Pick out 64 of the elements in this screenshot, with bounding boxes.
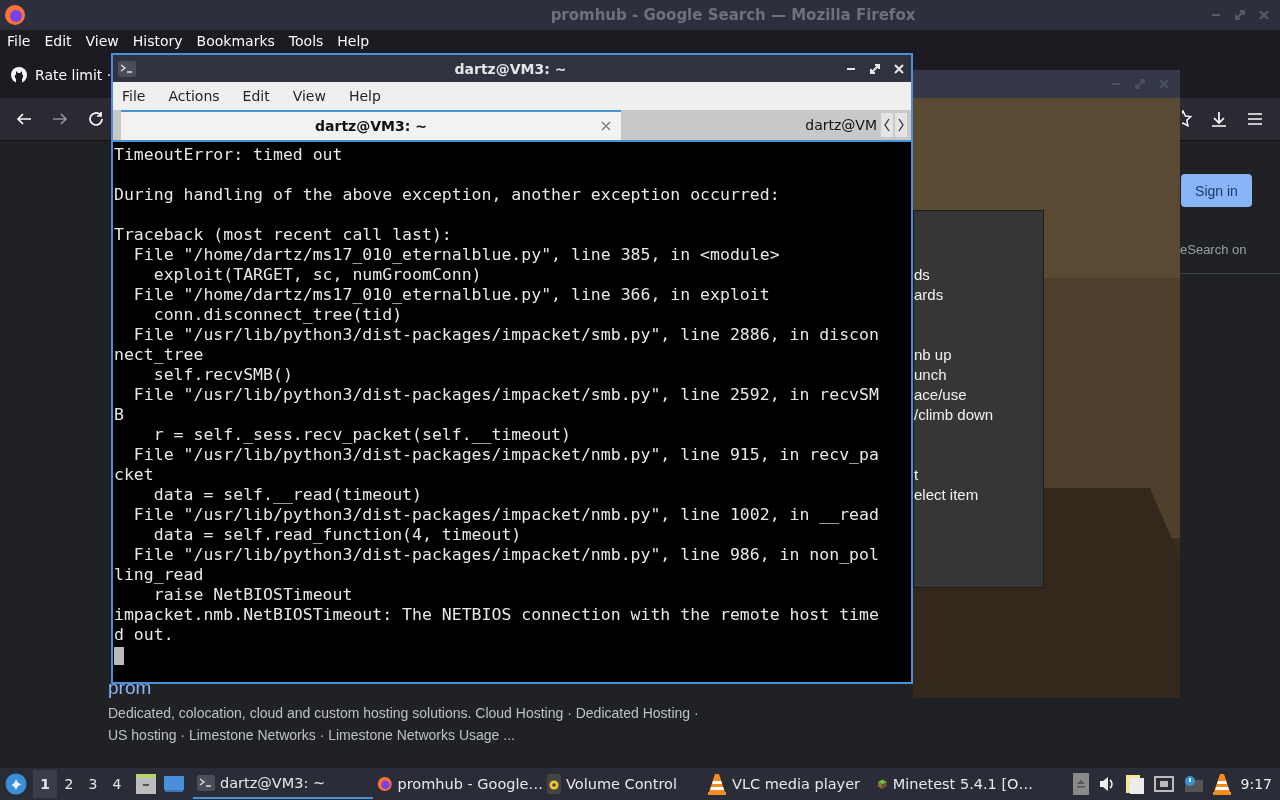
window-title: dartz@VM3: ~ — [453, 60, 568, 77]
menu-item[interactable]: View — [292, 88, 326, 104]
workspace-button[interactable]: 4 — [105, 770, 129, 798]
help-text: t — [914, 465, 919, 485]
window-title: promhub - Google Search — Mozilla Firefox — [549, 6, 917, 24]
terminal-output: TimeoutError: timed out During handling of the above exception, another exception occurred: Traceback (most recent call last): File "/home/dartz/ms17_010_eternalblue.py", line 385, in <module> exploit(TARGET, sc, numGroomConn) File "/home/dartz/ms17_010_eternalblue.py", line 366, in exploit conn.disconnect_tree(tid) File "/usr/lib/python3/dist-packages/impacket/smb.py", line 2886, in discon nect_tree self.recvSMB() File "/usr/lib/python3/dist-packages/impacket/smb.py", line 2592, in recvSM B r = self._sess.recv_packet(self.__timeout) File "/usr/lib/python3/dist-packages/impacket/nmb.py", line 915, in recv_pa cket data = self.__read(timeout) File "/usr/lib/python3/dist-packages/impacket/nmb.py", line 1002, in __read data = self.read_function(4, timeout) File "/usr/lib/python3/dist-packages/impacket/nmb.py", line 986, in non_pol ling_read raise NetBIOSTimeout impacket.nmb.NetBIOSTimeout: The NETBIOS connection with the remote host time d out. — [114, 145, 879, 645]
menu-item[interactable]: History — [132, 33, 183, 49]
menu-item[interactable]: File — [7, 33, 31, 49]
terminal-icon — [197, 775, 215, 791]
help-text: /climb down — [914, 405, 994, 425]
clipboard-icon[interactable] — [1124, 773, 1145, 795]
menu-item[interactable]: View — [85, 33, 119, 49]
menu-item[interactable]: Help — [337, 33, 370, 49]
workspace-button[interactable]: 1 — [33, 770, 57, 798]
network-icon[interactable] — [1153, 775, 1174, 793]
result-snippet: US hosting · Limestone Networks · Limestone Networks Usage ... — [108, 727, 516, 744]
file-manager-icon[interactable] — [135, 774, 157, 794]
help-text: elect item — [914, 485, 979, 505]
page-text: eSearch on — [1180, 242, 1247, 257]
workspace-button[interactable]: 3 — [81, 770, 105, 798]
menu-item[interactable]: Help — [348, 88, 381, 104]
help-text: ds — [914, 265, 930, 285]
scroll-right-icon[interactable] — [895, 113, 907, 137]
help-text: nb up — [914, 345, 952, 365]
close-tab-icon[interactable] — [601, 121, 611, 131]
traffic-cone-icon — [707, 773, 727, 795]
traffic-cone-icon[interactable] — [1211, 773, 1232, 795]
browser-logo-icon — [377, 774, 393, 794]
taskbar-button[interactable]: dartz@VM3: ~ — [193, 769, 373, 799]
download-icon[interactable] — [1210, 110, 1228, 128]
terminal-icon — [118, 60, 136, 77]
help-text: unch — [914, 365, 947, 385]
scroll-left-icon[interactable] — [881, 113, 893, 137]
menu-item[interactable]: Edit — [44, 33, 72, 49]
sign-in-button[interactable]: Sign in — [1181, 174, 1252, 207]
speaker-icon — [547, 774, 561, 794]
terminal-tab[interactable]: dartz@VM — [621, 110, 881, 140]
result-snippet: Dedicated, colocation, cloud and custom hosting solutions. Cloud Hosting · Dedicated Hosting · — [108, 705, 699, 722]
cat-logo-icon — [10, 66, 28, 84]
help-text: ace/use — [914, 385, 967, 405]
menu-item[interactable]: Tools — [288, 33, 324, 49]
browser-tab[interactable]: Rate limit · — [10, 66, 112, 84]
taskbar-button[interactable]: Volume Control — [543, 769, 703, 799]
start-menu-icon[interactable] — [5, 773, 27, 795]
menu-item[interactable]: Edit — [242, 88, 270, 104]
workspace-button[interactable]: 2 — [57, 770, 81, 798]
eject-icon[interactable] — [1072, 773, 1089, 795]
taskbar-button[interactable]: Minetest 5.4.1 [O… — [873, 769, 1033, 799]
terminal-tab[interactable]: dartz@VM3: ~ — [121, 110, 621, 140]
browser-logo-icon — [4, 4, 26, 26]
volume-icon[interactable] — [1097, 775, 1116, 793]
notification-icon[interactable] — [1182, 775, 1203, 793]
taskbar-button[interactable]: VLC media player — [703, 769, 873, 799]
bookmark-star-icon[interactable] — [1182, 110, 1192, 128]
menu-item[interactable]: Bookmarks — [196, 33, 275, 49]
desktop-icon[interactable] — [163, 775, 185, 793]
help-text: ards — [914, 285, 944, 305]
result-link[interactable]: prom — [108, 677, 152, 699]
menu-icon[interactable] — [1246, 110, 1264, 128]
menu-item[interactable]: Actions — [168, 88, 220, 104]
reload-icon[interactable] — [87, 110, 105, 128]
taskbar-button[interactable]: promhub - Google… — [373, 769, 543, 799]
clock: 9:17 — [1240, 776, 1272, 792]
menu-item[interactable]: File — [122, 88, 146, 104]
